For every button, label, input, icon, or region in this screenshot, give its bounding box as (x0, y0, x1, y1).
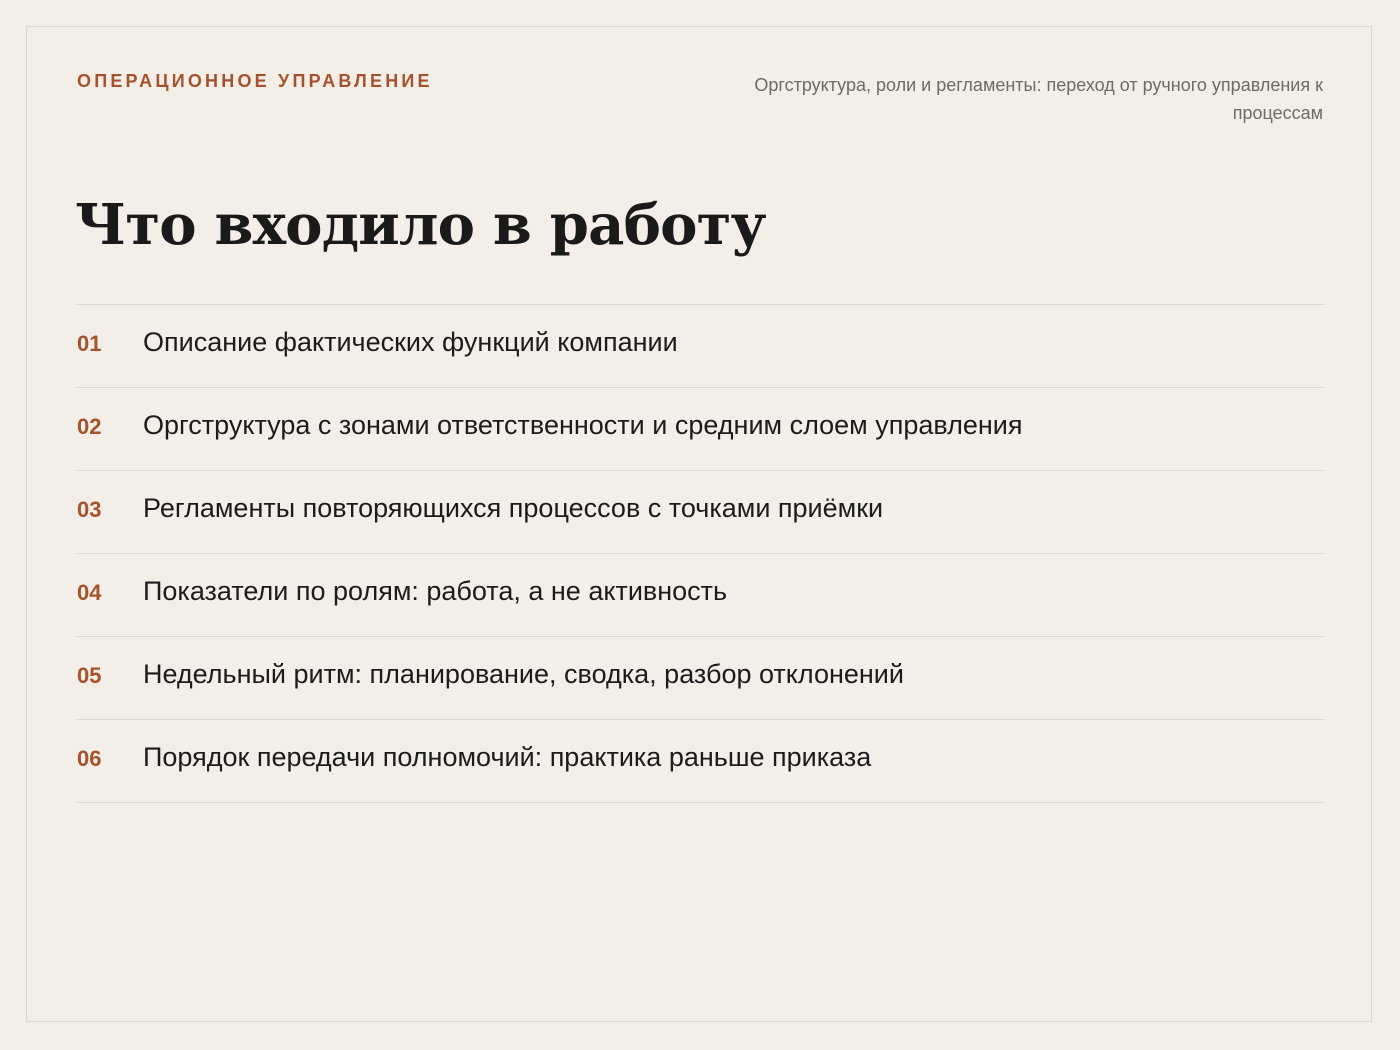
item-number: 01 (77, 330, 102, 356)
item-text: Недельный ритм: планирование, сводка, ра… (143, 658, 904, 689)
list-item: 05 Недельный ритм: планирование, сводка,… (77, 637, 1325, 720)
section-kicker: ОПЕРАЦИОННОЕ УПРАВЛЕНИЕ (77, 71, 433, 91)
item-text: Показатели по ролям: работа, а не активн… (143, 575, 728, 606)
item-number: 05 (77, 662, 102, 688)
item-text: Оргструктура с зонами ответственности и … (143, 409, 1023, 440)
item-text: Порядок передачи полномочий: практика ра… (143, 741, 872, 772)
item-number: 06 (77, 745, 102, 771)
list-item: 03 Регламенты повторяющихся процессов с … (77, 471, 1325, 554)
page-title: Что входило в работу (75, 192, 766, 258)
slide: ОПЕРАЦИОННОЕ УПРАВЛЕНИЕ Оргструктура, ро… (26, 26, 1372, 1022)
list-item: 06 Порядок передачи полномочий: практика… (77, 720, 1325, 803)
list-item: 02 Оргструктура с зонами ответственности… (77, 388, 1325, 471)
item-number: 02 (77, 413, 102, 439)
item-text: Регламенты повторяющихся процессов с точ… (143, 492, 884, 523)
work-items-list: 01 Описание фактических функций компании… (77, 304, 1325, 803)
item-number: 03 (77, 496, 102, 522)
item-number: 04 (77, 579, 102, 605)
item-text: Описание фактических функций компании (143, 326, 678, 357)
list-item: 01 Описание фактических функций компании (77, 305, 1325, 388)
header-subtitle: Оргструктура, роли и регламенты: переход… (754, 75, 1323, 123)
list-item: 04 Показатели по ролям: работа, а не акт… (77, 554, 1325, 637)
